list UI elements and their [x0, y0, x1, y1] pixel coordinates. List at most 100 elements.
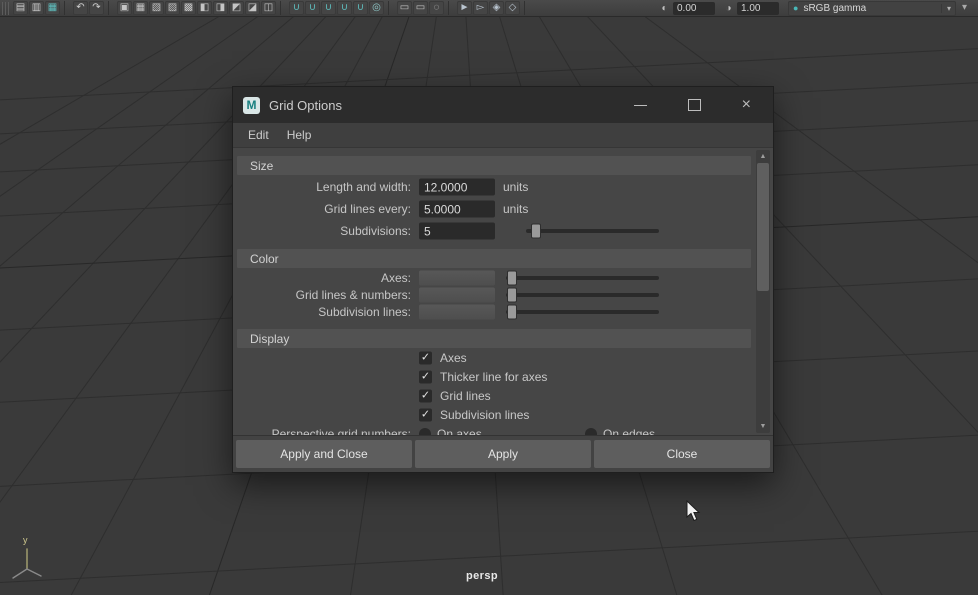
- menu-help[interactable]: Help: [278, 126, 321, 144]
- ipr-render-icon[interactable]: ◈: [489, 1, 504, 15]
- mask-surfaces-icon[interactable]: ◨: [213, 1, 228, 15]
- close-window-button[interactable]: ×: [742, 97, 751, 113]
- exposure-field-value[interactable]: 0.00: [673, 1, 715, 15]
- gridlines-color-slider[interactable]: [506, 288, 659, 301]
- grid-numbers-on-axes-radio[interactable]: [419, 428, 431, 435]
- save-scene-icon[interactable]: ▦: [45, 1, 60, 15]
- apply-button[interactable]: Apply: [415, 440, 591, 468]
- mouse-cursor: [686, 500, 701, 522]
- subdivision-color-swatch[interactable]: [419, 304, 495, 319]
- slider-handle[interactable]: [508, 305, 516, 318]
- grid-numbers-on-axes-label: On axes: [437, 427, 482, 435]
- close-button[interactable]: Close: [594, 440, 770, 468]
- axes-color-row: Axes:: [233, 269, 751, 286]
- grid-numbers-label: Perspective grid numbers:: [271, 427, 411, 435]
- camera-name-label: persp: [466, 570, 498, 582]
- axes-color-slider[interactable]: [506, 271, 659, 284]
- gridlines-color-swatch[interactable]: [419, 287, 495, 302]
- axis-y-label: y: [23, 535, 28, 545]
- thicker-line-checkbox[interactable]: ✓: [419, 370, 432, 384]
- snap-to-view-planes-icon[interactable]: ∪: [353, 1, 368, 15]
- length-width-label: Length and width:: [316, 180, 411, 194]
- subdivisions-label: Subdivisions:: [340, 224, 411, 238]
- redo-icon[interactable]: ↷: [89, 1, 104, 15]
- view-transform-select-value: sRGB gamma: [803, 2, 867, 14]
- section-header-color[interactable]: Color: [237, 249, 751, 268]
- grid-numbers-on-edges-label: On edges: [603, 427, 656, 435]
- subdivisions-slider[interactable]: [526, 224, 659, 238]
- scrollbar-thumb[interactable]: [757, 163, 769, 291]
- gridlines-color-label: Grid lines & numbers:: [295, 287, 411, 302]
- subdivisions-input[interactable]: [419, 222, 495, 240]
- vertical-scrollbar[interactable]: ▲ ▼: [756, 150, 770, 433]
- units-label: units: [503, 202, 529, 216]
- render-current-frame-icon[interactable]: ▻: [473, 1, 488, 15]
- subdivision-color-slider[interactable]: [506, 305, 659, 318]
- maximize-button[interactable]: [687, 99, 701, 111]
- subdivision-color-row: Subdivision lines:: [233, 303, 751, 320]
- make-live-icon[interactable]: ◎: [369, 1, 384, 15]
- axes-color-swatch[interactable]: [419, 270, 495, 285]
- snap-to-grids-icon[interactable]: ∪: [289, 1, 304, 15]
- collapse-statusline-icon[interactable]: ▾: [957, 1, 972, 15]
- slider-handle[interactable]: [532, 224, 540, 238]
- subdivision-lines-checkbox[interactable]: ✓: [419, 408, 432, 422]
- toolbar-separator: [448, 1, 453, 15]
- length-width-input[interactable]: [419, 178, 495, 196]
- toolbar-separator: [108, 1, 113, 15]
- scrollbar-down-arrow-icon[interactable]: ▼: [756, 421, 770, 432]
- select-object-icon[interactable]: ▦: [133, 1, 148, 15]
- exposure-icon: ◐: [661, 2, 668, 14]
- mask-joints-icon[interactable]: ▩: [181, 1, 196, 15]
- grid-numbers-on-edges-radio[interactable]: [585, 428, 597, 435]
- undo-icon[interactable]: ↶: [73, 1, 88, 15]
- select-component-icon[interactable]: ▧: [149, 1, 164, 15]
- menu-edit[interactable]: Edit: [239, 126, 278, 144]
- grid-lines-every-row: Grid lines every: units: [233, 198, 751, 220]
- output-of-selected-icon[interactable]: ▭: [413, 1, 428, 15]
- view-transform-select[interactable]: ● sRGB gamma ▾: [788, 0, 956, 16]
- render-settings-icon[interactable]: ◇: [505, 1, 520, 15]
- apply-and-close-button[interactable]: Apply and Close: [236, 440, 412, 468]
- grid-options-dialog: M Grid Options × Edit Help Size Length a…: [232, 86, 774, 473]
- axes-checkbox-row: ✓ Axes: [233, 350, 751, 366]
- scrollbar-up-arrow-icon[interactable]: ▲: [756, 151, 770, 162]
- new-scene-icon[interactable]: ▤: [13, 1, 28, 15]
- snap-to-projected-center-icon[interactable]: ∪: [337, 1, 352, 15]
- mask-handles-icon[interactable]: ▨: [165, 1, 180, 15]
- snap-to-curves-icon[interactable]: ∪: [305, 1, 320, 15]
- toolbar-separator: [388, 1, 393, 15]
- axes-checkbox[interactable]: ✓: [419, 351, 432, 365]
- mask-dynamics-icon[interactable]: ◪: [245, 1, 260, 15]
- snap-to-points-icon[interactable]: ∪: [321, 1, 336, 15]
- status-line: ▤ ▥ ▦ ↶ ↷ ▣ ▦ ▧ ▨ ▩ ◧ ◨ ◩ ◪ ◫ ∪ ∪ ∪ ∪ ∪ ◎ ▭ ▭ ◌ ► ▻ ◈ ◇ ◐ 0.00 ◑ 1.00 ● s…: [0, 0, 978, 17]
- grid-lines-checkbox-label: Grid lines: [440, 389, 491, 403]
- grid-lines-checkbox-row: ✓ Grid lines: [233, 388, 751, 404]
- construction-history-icon[interactable]: ◌: [429, 1, 444, 15]
- subdivision-color-label: Subdivision lines:: [318, 304, 411, 319]
- axes-checkbox-label: Axes: [440, 351, 467, 365]
- open-render-view-icon[interactable]: ►: [457, 1, 472, 15]
- section-header-display[interactable]: Display: [237, 329, 751, 348]
- subdivision-lines-checkbox-label: Subdivision lines: [440, 408, 530, 422]
- minimize-button[interactable]: [633, 104, 647, 106]
- grid-lines-checkbox[interactable]: ✓: [419, 389, 432, 403]
- toolbar-separator: [280, 1, 285, 15]
- mask-curves-icon[interactable]: ◧: [197, 1, 212, 15]
- gamma-field[interactable]: ◑ 1.00: [722, 1, 779, 15]
- exposure-field[interactable]: ◐ 0.00: [658, 1, 715, 15]
- mask-rendering-icon[interactable]: ◫: [261, 1, 276, 15]
- grid-lines-every-input[interactable]: [419, 200, 495, 218]
- select-hierarchy-icon[interactable]: ▣: [117, 1, 132, 15]
- slider-handle[interactable]: [508, 271, 516, 284]
- maya-app-icon: M: [243, 96, 260, 114]
- dialog-titlebar[interactable]: M Grid Options ×: [233, 87, 773, 123]
- open-scene-icon[interactable]: ▥: [29, 1, 44, 15]
- mask-deformations-icon[interactable]: ◩: [229, 1, 244, 15]
- input-to-selected-icon[interactable]: ▭: [397, 1, 412, 15]
- gamma-field-value[interactable]: 1.00: [737, 1, 779, 15]
- slider-handle[interactable]: [508, 288, 516, 301]
- statusline-grip[interactable]: [2, 1, 9, 15]
- color-management-icon: ●: [793, 3, 799, 13]
- section-header-size[interactable]: Size: [237, 156, 751, 175]
